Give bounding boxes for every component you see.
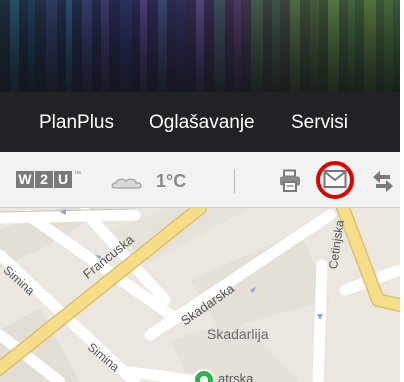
toolbar-divider xyxy=(234,169,235,193)
banner-pattern xyxy=(0,0,400,92)
print-icon[interactable] xyxy=(278,169,302,193)
street-label-partial: atrska xyxy=(218,371,254,382)
logo-letter-2: 2 xyxy=(35,171,53,188)
logo-letter-w: W xyxy=(16,171,34,188)
map-view[interactable]: Francuska Skadarska Cetinjska Simina Sim… xyxy=(0,208,400,382)
main-nav: PlanPlus Oglašavanje Servisi xyxy=(0,92,400,152)
toolbar: W 2 U ™ 1°C xyxy=(0,152,400,208)
header-banner xyxy=(0,0,400,92)
logo-letter-u: U xyxy=(54,171,72,188)
w2u-logo[interactable]: W 2 U ™ xyxy=(16,171,81,188)
nav-item-servisi[interactable]: Servisi xyxy=(291,112,348,134)
place-label-skadarlija: Skadarlija xyxy=(207,326,269,342)
app-frame: PlanPlus Oglašavanje Servisi W 2 U ™ 1°C xyxy=(0,0,400,382)
nav-item-oglasavanje[interactable]: Oglašavanje xyxy=(149,112,255,134)
temperature: 1°C xyxy=(156,171,187,191)
cloud-icon xyxy=(111,178,142,189)
mail-highlight-circle xyxy=(316,161,354,199)
nav-item-planplus[interactable]: PlanPlus xyxy=(39,112,114,134)
page-edge xyxy=(400,0,404,382)
share-icon[interactable] xyxy=(372,170,394,194)
trademark: ™ xyxy=(74,171,81,178)
